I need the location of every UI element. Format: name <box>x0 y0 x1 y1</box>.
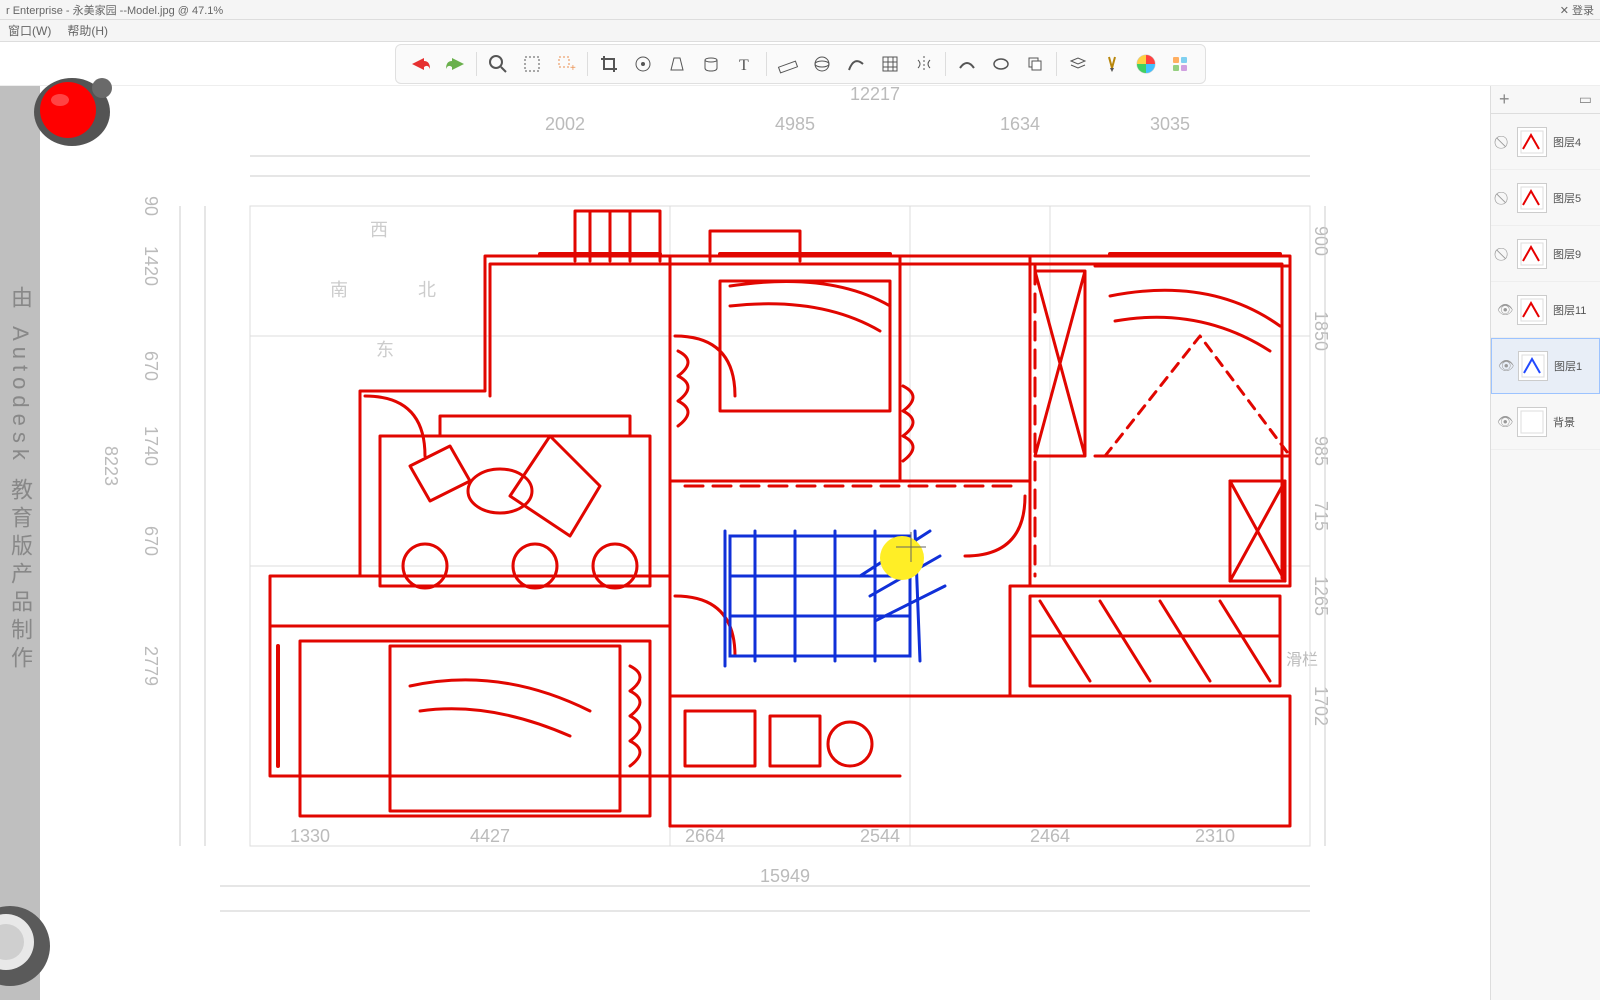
layers-tool[interactable] <box>1063 49 1093 79</box>
copy-tool[interactable] <box>1020 49 1050 79</box>
layer-row[interactable]: ⃠ 图层9 <box>1491 226 1600 282</box>
layer-list: ⃠ 图层4⃠ 图层5⃠ 图层9 👁 图层11 👁 图层1 👁 背景 <box>1491 114 1600 450</box>
layer-row[interactable]: 👁 图层11 <box>1491 282 1600 338</box>
separator <box>587 52 588 76</box>
canvas[interactable]: 西 南 北 东 12217 2002 4985 1634 3035 15949 … <box>40 86 1490 1000</box>
crop-tool[interactable] <box>594 49 624 79</box>
ellipse-guide-tool[interactable] <box>807 49 837 79</box>
layer-row[interactable]: 👁 背景 <box>1491 394 1600 450</box>
login-button[interactable]: ✕ 登录 <box>1560 2 1594 18</box>
menu-window[interactable]: 窗口(W) <box>8 22 51 39</box>
svg-text:T: T <box>739 57 749 74</box>
menu-help[interactable]: 帮助(H) <box>67 22 108 39</box>
layer-thumbnail <box>1517 407 1547 437</box>
separator <box>476 52 477 76</box>
layer-visibility-toggle[interactable]: ⃠ <box>1497 134 1511 150</box>
watermark-text: 由 Autodesk 教育版产品制作 <box>4 286 36 674</box>
zoom-tool[interactable] <box>483 49 513 79</box>
layer-name: 图层5 <box>1553 190 1594 206</box>
layer-name: 背景 <box>1553 414 1594 430</box>
layer-row[interactable]: ⃠ 图层4 <box>1491 114 1600 170</box>
layers-panel: + ▭ ⃠ 图层4⃠ 图层5⃠ 图层9 👁 图层11 👁 图层1 👁 背景 <box>1490 86 1600 1000</box>
layer-row[interactable]: ⃠ 图层5 <box>1491 170 1600 226</box>
layer-thumbnail <box>1517 295 1547 325</box>
left-rail: 由 Autodesk 教育版产品制作 <box>0 86 40 1000</box>
floorplan-drawing <box>130 136 1340 956</box>
apps-tool[interactable] <box>1165 49 1195 79</box>
perspective-tool[interactable] <box>662 49 692 79</box>
layer-visibility-toggle[interactable]: 👁 <box>1498 358 1512 374</box>
dim-top-4: 3035 <box>1150 114 1190 135</box>
curve-tool[interactable] <box>841 49 871 79</box>
select-add-tool[interactable]: + <box>551 49 581 79</box>
ellipse-tool[interactable] <box>986 49 1016 79</box>
dim-top-3: 1634 <box>1000 114 1040 135</box>
crosshair-cursor <box>896 532 926 562</box>
layer-name: 图层9 <box>1553 246 1594 262</box>
ruler-tool[interactable] <box>773 49 803 79</box>
record-puck[interactable] <box>30 70 120 150</box>
title-bar: r Enterprise - 永美家园 --Model.jpg @ 47.1% … <box>0 0 1600 20</box>
layer-visibility-toggle[interactable]: 👁 <box>1497 414 1511 430</box>
folder-icon[interactable]: ▭ <box>1579 91 1592 108</box>
symmetry-tool[interactable] <box>909 49 939 79</box>
main-area: 由 Autodesk 教育版产品制作 西 南 北 东 12217 2002 49… <box>0 86 1600 1000</box>
separator <box>1056 52 1057 76</box>
layer-visibility-toggle[interactable]: 👁 <box>1497 302 1511 318</box>
layer-name: 图层4 <box>1553 134 1594 150</box>
layer-visibility-toggle[interactable]: ⃠ <box>1497 190 1511 206</box>
undo-button[interactable] <box>406 49 436 79</box>
brush-tool[interactable] <box>1097 49 1127 79</box>
title-text: r Enterprise - 永美家园 --Model.jpg @ 47.1% <box>6 2 223 18</box>
svg-text:+: + <box>570 63 576 74</box>
layer-row[interactable]: 👁 图层1 <box>1491 338 1600 394</box>
layers-header: + ▭ <box>1491 86 1600 114</box>
separator <box>945 52 946 76</box>
layer-visibility-toggle[interactable]: ⃠ <box>1497 246 1511 262</box>
separator <box>766 52 767 76</box>
select-rect-tool[interactable] <box>517 49 547 79</box>
bucket-tool[interactable] <box>696 49 726 79</box>
stroke-tool[interactable] <box>952 49 982 79</box>
dim-top-total: 12217 <box>850 86 900 105</box>
dim-left-total: 8223 <box>100 446 121 486</box>
layer-thumbnail <box>1517 127 1547 157</box>
layer-thumbnail <box>1518 351 1548 381</box>
layer-thumbnail <box>1517 239 1547 269</box>
redo-button[interactable] <box>440 49 470 79</box>
layer-thumbnail <box>1517 183 1547 213</box>
dim-top-2: 4985 <box>775 114 815 135</box>
main-toolbar: + T <box>395 44 1206 84</box>
grid-tool[interactable] <box>875 49 905 79</box>
text-tool[interactable]: T <box>730 49 760 79</box>
menu-bar: 窗口(W) 帮助(H) <box>0 20 1600 42</box>
layer-name: 图层1 <box>1554 358 1593 374</box>
layer-name: 图层11 <box>1553 302 1594 318</box>
transform-tool[interactable] <box>628 49 658 79</box>
dim-top-1: 2002 <box>545 114 585 135</box>
toolbar-wrap: + T <box>0 42 1600 86</box>
secondary-puck[interactable] <box>0 900 56 990</box>
add-layer-button[interactable]: + <box>1499 89 1510 110</box>
color-tool[interactable] <box>1131 49 1161 79</box>
